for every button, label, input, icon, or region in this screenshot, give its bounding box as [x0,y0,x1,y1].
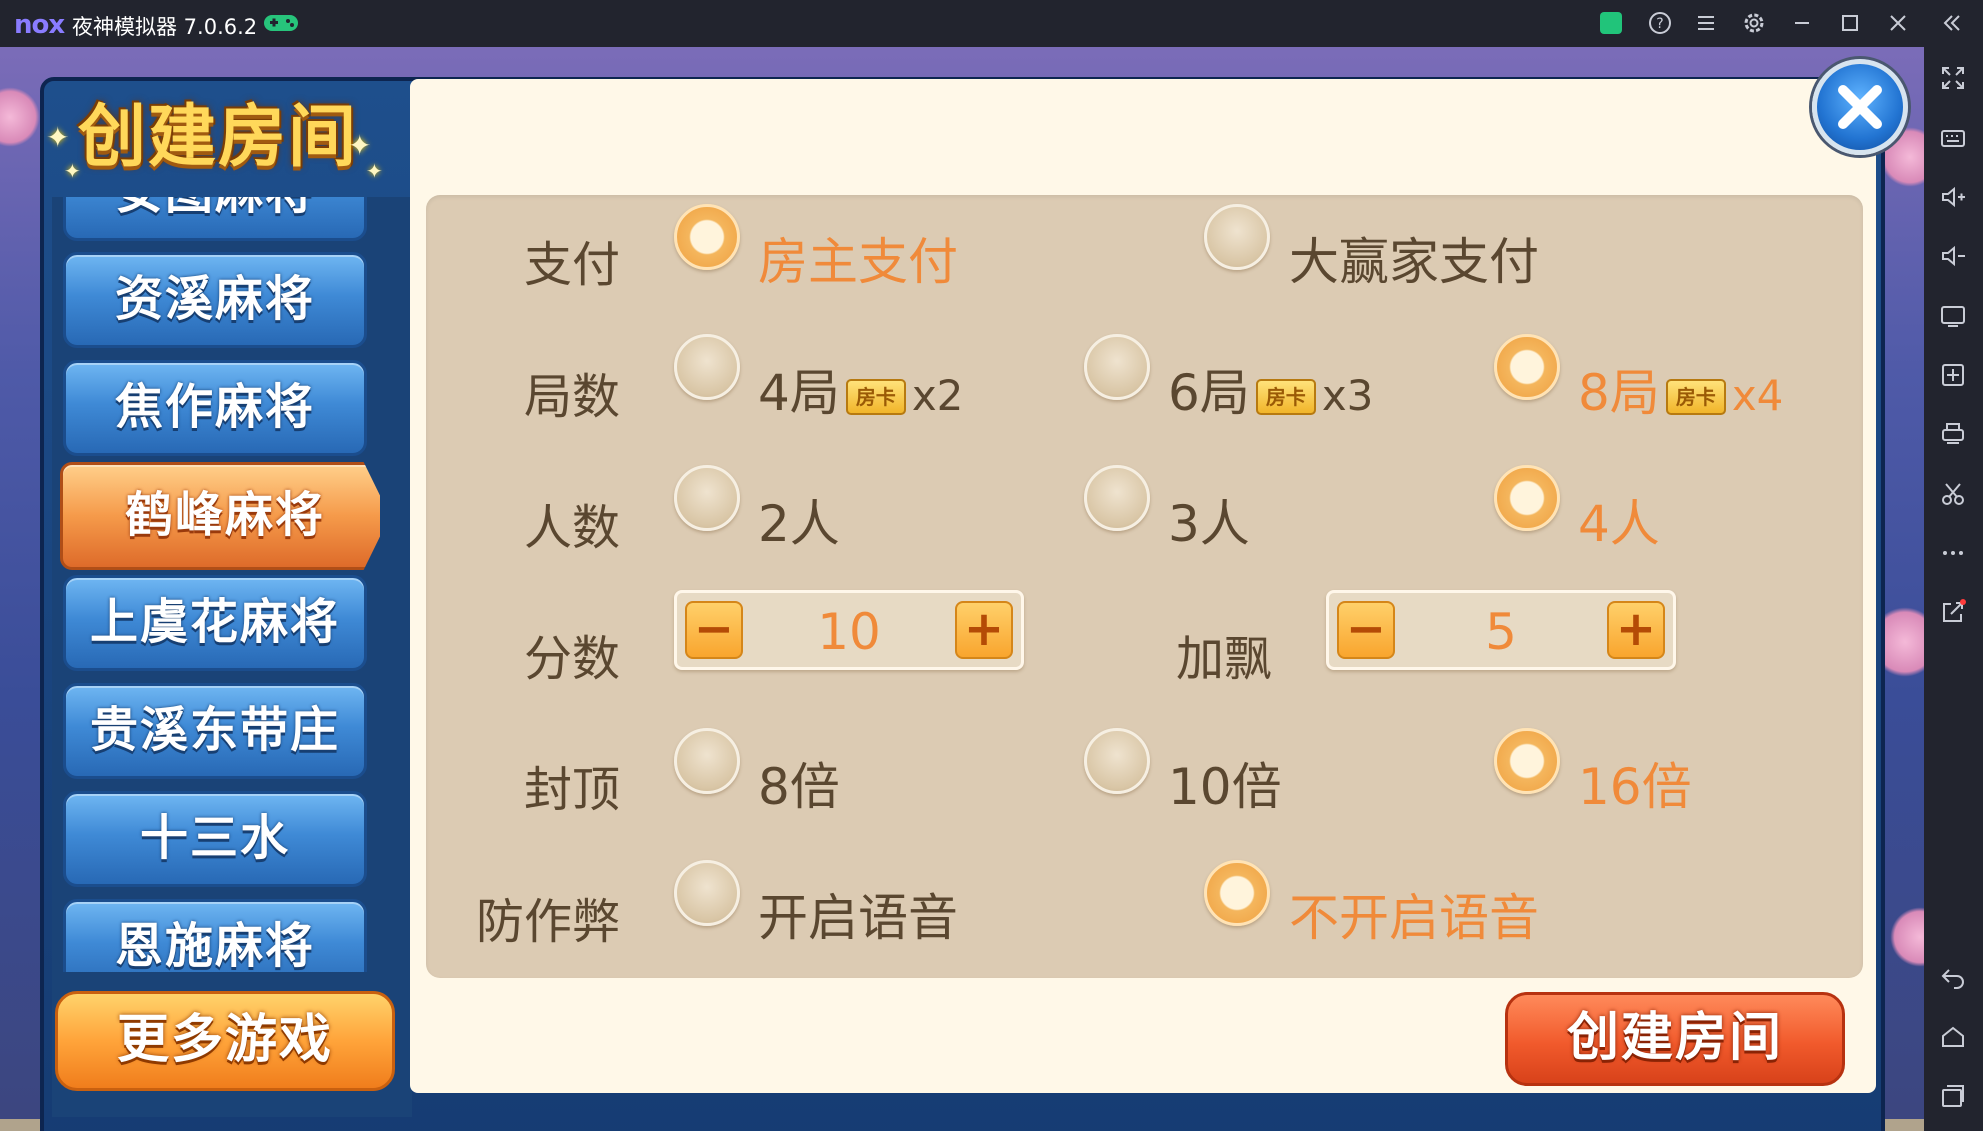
game-item[interactable]: 资溪麻将 [63,252,367,348]
emulator-side-toolbar [1924,47,1983,1131]
gamepad-icon[interactable] [262,12,300,34]
collapse-icon[interactable] [1937,8,1967,38]
game-item[interactable]: 恩施麻将 [63,899,367,972]
voice-on-label[interactable]: 开启语音 [758,878,958,950]
room-card-icon: 房卡 [1255,378,1316,415]
bonus-minus-button[interactable]: − [1337,601,1395,659]
score-minus-button[interactable]: − [685,601,743,659]
payment-owner-label[interactable]: 房主支付 [758,222,958,294]
create-room-button[interactable]: 创建房间 [1505,992,1845,1086]
players-label: 人数 [523,500,620,556]
dialog-title-banner: ✦ ✦ 创建房间 ✦ ✦ [26,71,406,191]
bonus-plus-button[interactable]: + [1607,601,1665,659]
star-icon: ✦ [348,129,372,162]
cap-10x-label[interactable]: 10倍 [1168,747,1282,819]
more-games-button[interactable]: 更多游戏 [55,991,395,1091]
print-icon[interactable] [1938,419,1968,449]
rounds-label: 局数 [523,369,620,425]
payment-owner-radio[interactable] [674,204,740,270]
players-3-radio[interactable] [1084,465,1150,531]
minimize-icon[interactable] [1787,8,1817,38]
cap-10x-radio[interactable] [1084,728,1150,794]
payment-label: 支付 [523,237,620,293]
bonus-label: 加飘 [1175,631,1272,687]
score-plus-button[interactable]: + [955,601,1013,659]
anticheat-label: 防作弊 [475,894,620,950]
star-icon: ✦ [46,121,70,154]
game-list[interactable]: 安图麻将 资溪麻将 焦作麻将 鹤峰麻将 上虞花麻将 贵溪东带庄 十三水 恩施麻将 [60,197,380,972]
game-item[interactable]: 安图麻将 [63,197,367,241]
payment-winner-label[interactable]: 大赢家支付 [1289,222,1539,294]
home-icon[interactable] [1938,1022,1968,1052]
cap-16x-label[interactable]: 16倍 [1578,747,1692,819]
score-value: 10 [817,603,881,661]
bonus-value: 5 [1485,603,1517,661]
volume-up-icon[interactable] [1938,182,1968,212]
close-x-icon [1838,85,1882,129]
back-icon[interactable] [1938,962,1968,992]
game-item[interactable]: 焦作麻将 [63,360,367,456]
score-label: 分数 [523,631,620,687]
svg-text:?: ? [1656,16,1663,32]
players-3-label[interactable]: 3人 [1168,484,1250,556]
menu-icon[interactable] [1691,8,1721,38]
rounds-6-radio[interactable] [1084,334,1150,400]
dialog-title: 创建房间 [78,98,359,177]
payment-winner-radio[interactable] [1204,204,1270,270]
players-2-label[interactable]: 2人 [758,484,840,556]
share-icon[interactable] [1938,597,1968,627]
rounds-4-option[interactable]: 4局 房卡 x2 [758,353,963,425]
close-icon[interactable] [1883,8,1913,38]
rounds-8-radio[interactable] [1494,334,1560,400]
room-card-icon: 房卡 [845,378,906,415]
room-card-icon: 房卡 [1665,378,1726,415]
maximize-icon[interactable] [1835,8,1865,38]
voice-off-label[interactable]: 不开启语音 [1289,878,1539,950]
nox-logo: nox [14,10,65,40]
cap-label: 封顶 [523,762,620,818]
options-box [426,195,1863,978]
keyboard-icon[interactable] [1938,123,1968,153]
cap-8x-radio[interactable] [674,728,740,794]
add-apk-icon[interactable] [1938,360,1968,390]
screen-icon[interactable] [1938,301,1968,331]
emulator-titlebar: nox 夜神模拟器 7.0.6.2 ? [0,0,1983,47]
game-item[interactable]: 十三水 [63,791,367,887]
settings-icon[interactable] [1739,8,1769,38]
rounds-6-option[interactable]: 6局 房卡 x3 [1168,353,1373,425]
voice-on-radio[interactable] [674,860,740,926]
voice-off-radio[interactable] [1204,860,1270,926]
volume-down-icon[interactable] [1938,241,1968,271]
players-4-radio[interactable] [1494,465,1560,531]
dialog-close-button[interactable] [1812,59,1908,155]
game-screen: 安图麻将 资溪麻将 焦作麻将 鹤峰麻将 上虞花麻将 贵溪东带庄 十三水 恩施麻将… [0,47,1924,1131]
game-item[interactable]: 贵溪东带庄 [63,683,367,779]
cap-8x-label[interactable]: 8倍 [758,747,840,819]
game-item-selected[interactable]: 鹤峰麻将 [60,462,380,570]
bonus-stepper: − 5 + [1326,590,1676,670]
help-icon[interactable]: ? [1645,8,1675,38]
rounds-8-option[interactable]: 8局 房卡 x4 [1578,353,1783,425]
bag-icon[interactable] [1596,8,1626,38]
fullscreen-icon[interactable] [1938,63,1968,93]
score-stepper: − 10 + [674,590,1024,670]
players-4-label[interactable]: 4人 [1578,484,1660,556]
rounds-4-radio[interactable] [674,334,740,400]
scissors-icon[interactable] [1938,479,1968,509]
players-2-radio[interactable] [674,465,740,531]
game-item[interactable]: 上虞花麻将 [63,575,367,671]
more-icon[interactable] [1938,538,1968,568]
cap-16x-radio[interactable] [1494,728,1560,794]
recent-apps-icon[interactable] [1938,1081,1968,1111]
emulator-title: 夜神模拟器 7.0.6.2 [72,15,258,39]
star-icon: ✦ [366,159,383,183]
